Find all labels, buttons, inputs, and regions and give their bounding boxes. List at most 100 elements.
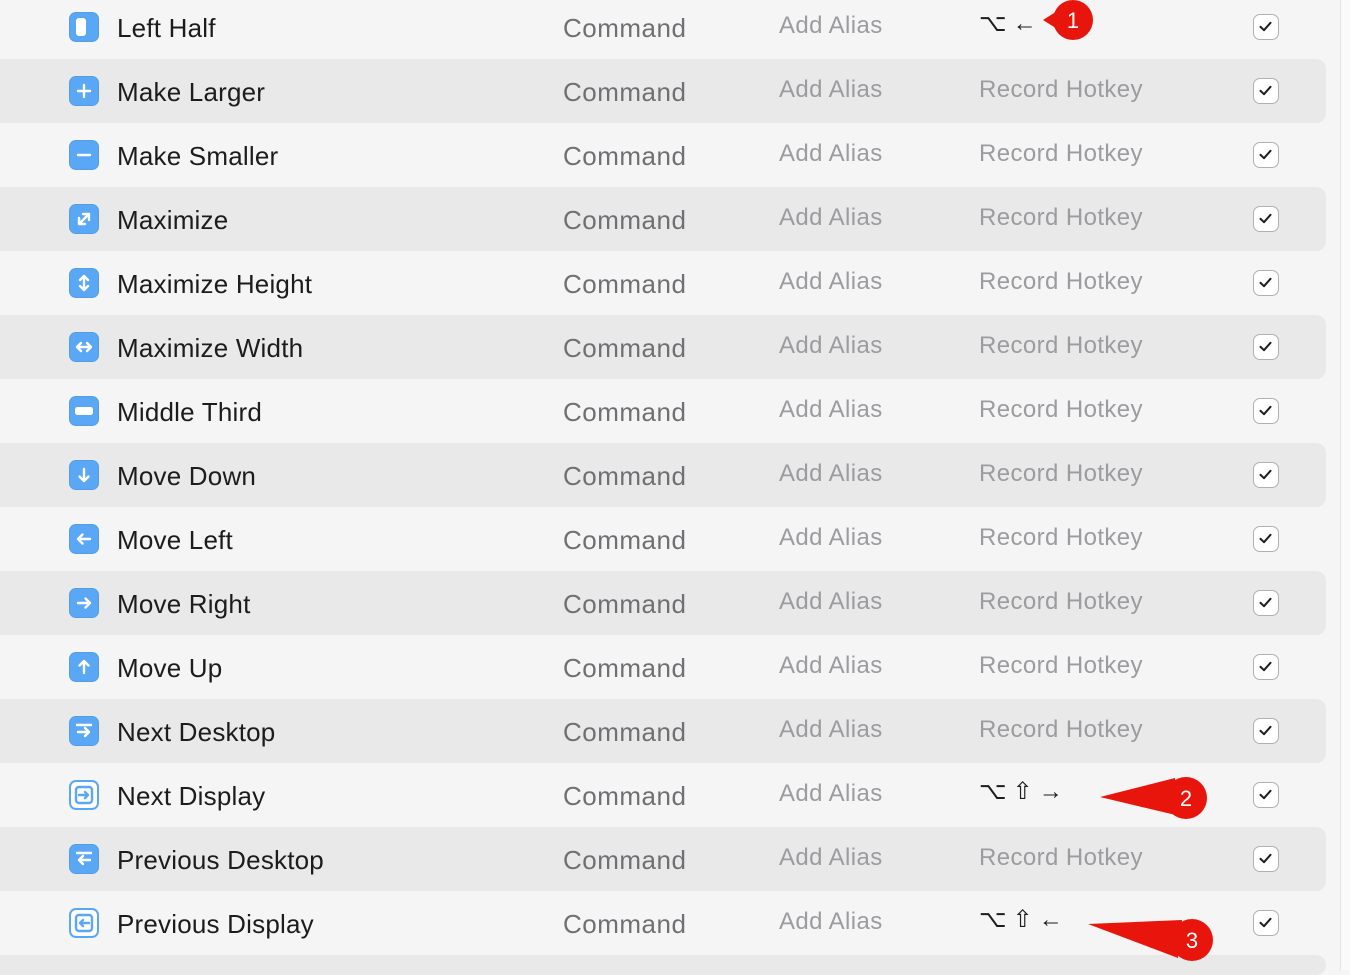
record-hotkey-button[interactable]: Record Hotkey bbox=[979, 588, 1143, 616]
vertical-arrows-icon bbox=[69, 268, 99, 298]
command-row-move-right[interactable]: Move Right Command Add Alias Record Hotk… bbox=[0, 571, 1326, 635]
enabled-checkbox[interactable] bbox=[1253, 78, 1279, 104]
add-alias-button[interactable]: Add Alias bbox=[779, 268, 883, 296]
enabled-checkbox[interactable] bbox=[1253, 270, 1279, 296]
add-alias-button[interactable]: Add Alias bbox=[779, 524, 883, 552]
command-row-previous-desktop[interactable]: Previous Desktop Command Add Alias Recor… bbox=[0, 827, 1326, 891]
record-hotkey-button[interactable]: Record Hotkey bbox=[979, 396, 1143, 424]
annotation-3-label: 3 bbox=[1185, 928, 1199, 953]
command-row-left-half[interactable]: Left Half Command Add Alias ⌥← bbox=[0, 0, 1326, 59]
command-row-move-left[interactable]: Move Left Command Add Alias Record Hotke… bbox=[0, 507, 1326, 571]
command-name: Maximize Width bbox=[117, 333, 304, 363]
enabled-checkbox[interactable] bbox=[1253, 590, 1279, 616]
add-alias-button[interactable]: Add Alias bbox=[779, 140, 883, 168]
record-hotkey-button[interactable]: Record Hotkey bbox=[979, 460, 1143, 488]
add-alias-button[interactable]: Add Alias bbox=[779, 76, 883, 104]
enabled-checkbox[interactable] bbox=[1253, 398, 1279, 424]
command-row-partial[interactable] bbox=[0, 955, 1326, 975]
annotation-1-label: 1 bbox=[1066, 8, 1080, 33]
middle-third-icon bbox=[69, 396, 99, 426]
command-type: Command bbox=[563, 397, 687, 427]
record-hotkey-button[interactable]: Record Hotkey bbox=[979, 76, 1143, 104]
plus-icon bbox=[69, 76, 99, 106]
enabled-checkbox[interactable] bbox=[1253, 526, 1279, 552]
enabled-checkbox[interactable] bbox=[1253, 142, 1279, 168]
enabled-checkbox[interactable] bbox=[1253, 782, 1279, 808]
command-row-maximize-width[interactable]: Maximize Width Command Add Alias Record … bbox=[0, 315, 1326, 379]
next-display-icon bbox=[69, 780, 99, 810]
expand-diagonal-icon bbox=[69, 204, 99, 234]
command-row-next-display[interactable]: Next Display Command Add Alias ⌥⇧→ bbox=[0, 763, 1326, 827]
enabled-checkbox[interactable] bbox=[1253, 334, 1279, 360]
command-name: Next Desktop bbox=[117, 717, 276, 747]
enabled-checkbox[interactable] bbox=[1253, 14, 1279, 40]
record-hotkey-button[interactable]: Record Hotkey bbox=[979, 268, 1143, 296]
command-row-maximize[interactable]: Maximize Command Add Alias Record Hotkey bbox=[0, 187, 1326, 251]
add-alias-button[interactable]: Add Alias bbox=[779, 908, 883, 936]
add-alias-button[interactable]: Add Alias bbox=[779, 844, 883, 872]
add-alias-button[interactable]: Add Alias bbox=[779, 780, 883, 808]
command-row-middle-third[interactable]: Middle Third Command Add Alias Record Ho… bbox=[0, 379, 1326, 443]
hotkey-display[interactable]: ⌥⇧→ bbox=[979, 777, 1069, 806]
scrollbar-track[interactable] bbox=[1340, 0, 1350, 970]
command-row-previous-display[interactable]: Previous Display Command Add Alias ⌥⇧← bbox=[0, 891, 1326, 955]
add-alias-button[interactable]: Add Alias bbox=[779, 652, 883, 680]
command-name: Maximize bbox=[117, 205, 229, 235]
command-row-next-desktop[interactable]: Next Desktop Command Add Alias Record Ho… bbox=[0, 699, 1326, 763]
add-alias-button[interactable]: Add Alias bbox=[779, 332, 883, 360]
command-type: Command bbox=[563, 589, 687, 619]
add-alias-button[interactable]: Add Alias bbox=[779, 588, 883, 616]
command-name: Make Smaller bbox=[117, 141, 279, 171]
command-type: Command bbox=[563, 269, 687, 299]
command-row-make-larger[interactable]: Make Larger Command Add Alias Record Hot… bbox=[0, 59, 1326, 123]
command-type: Command bbox=[563, 77, 687, 107]
previous-desktop-icon bbox=[69, 844, 99, 874]
hotkey-display[interactable]: ⌥⇧← bbox=[979, 905, 1069, 934]
enabled-checkbox[interactable] bbox=[1253, 910, 1279, 936]
record-hotkey-button[interactable]: Record Hotkey bbox=[979, 204, 1143, 232]
command-name: Next Display bbox=[117, 781, 266, 811]
arrow-up-icon bbox=[69, 652, 99, 682]
hotkey-display[interactable]: ⌥← bbox=[979, 9, 1043, 38]
add-alias-button[interactable]: Add Alias bbox=[779, 204, 883, 232]
enabled-checkbox[interactable] bbox=[1253, 846, 1279, 872]
command-row-move-up[interactable]: Move Up Command Add Alias Record Hotkey bbox=[0, 635, 1326, 699]
command-name: Move Right bbox=[117, 589, 251, 619]
command-row-make-smaller[interactable]: Make Smaller Command Add Alias Record Ho… bbox=[0, 123, 1326, 187]
arrow-left-icon bbox=[69, 524, 99, 554]
command-row-move-down[interactable]: Move Down Command Add Alias Record Hotke… bbox=[0, 443, 1326, 507]
enabled-checkbox[interactable] bbox=[1253, 206, 1279, 232]
command-name: Previous Display bbox=[117, 909, 314, 939]
add-alias-button[interactable]: Add Alias bbox=[779, 716, 883, 744]
command-list: Left Half Command Add Alias ⌥← Make Larg… bbox=[0, 0, 1326, 975]
command-type: Command bbox=[563, 653, 687, 683]
record-hotkey-button[interactable]: Record Hotkey bbox=[979, 844, 1143, 872]
add-alias-button[interactable]: Add Alias bbox=[779, 396, 883, 424]
record-hotkey-button[interactable]: Record Hotkey bbox=[979, 716, 1143, 744]
command-name: Maximize Height bbox=[117, 269, 313, 299]
arrow-down-icon bbox=[69, 460, 99, 490]
previous-display-icon bbox=[69, 908, 99, 938]
add-alias-button[interactable]: Add Alias bbox=[779, 460, 883, 488]
arrow-right-icon bbox=[69, 588, 99, 618]
command-type: Command bbox=[563, 141, 687, 171]
command-type: Command bbox=[563, 13, 687, 43]
record-hotkey-button[interactable]: Record Hotkey bbox=[979, 652, 1143, 680]
enabled-checkbox[interactable] bbox=[1253, 654, 1279, 680]
annotation-2-label: 2 bbox=[1179, 786, 1193, 811]
command-name: Move Down bbox=[117, 461, 257, 491]
command-name: Left Half bbox=[117, 13, 216, 43]
command-type: Command bbox=[563, 333, 687, 363]
add-alias-button[interactable]: Add Alias bbox=[779, 12, 883, 40]
record-hotkey-button[interactable]: Record Hotkey bbox=[979, 332, 1143, 360]
command-type: Command bbox=[563, 717, 687, 747]
enabled-checkbox[interactable] bbox=[1253, 462, 1279, 488]
command-name: Previous Desktop bbox=[117, 845, 324, 875]
command-row-maximize-height[interactable]: Maximize Height Command Add Alias Record… bbox=[0, 251, 1326, 315]
command-name: Move Left bbox=[117, 525, 233, 555]
record-hotkey-button[interactable]: Record Hotkey bbox=[979, 140, 1143, 168]
command-type: Command bbox=[563, 525, 687, 555]
enabled-checkbox[interactable] bbox=[1253, 718, 1279, 744]
record-hotkey-button[interactable]: Record Hotkey bbox=[979, 524, 1143, 552]
command-type: Command bbox=[563, 461, 687, 491]
